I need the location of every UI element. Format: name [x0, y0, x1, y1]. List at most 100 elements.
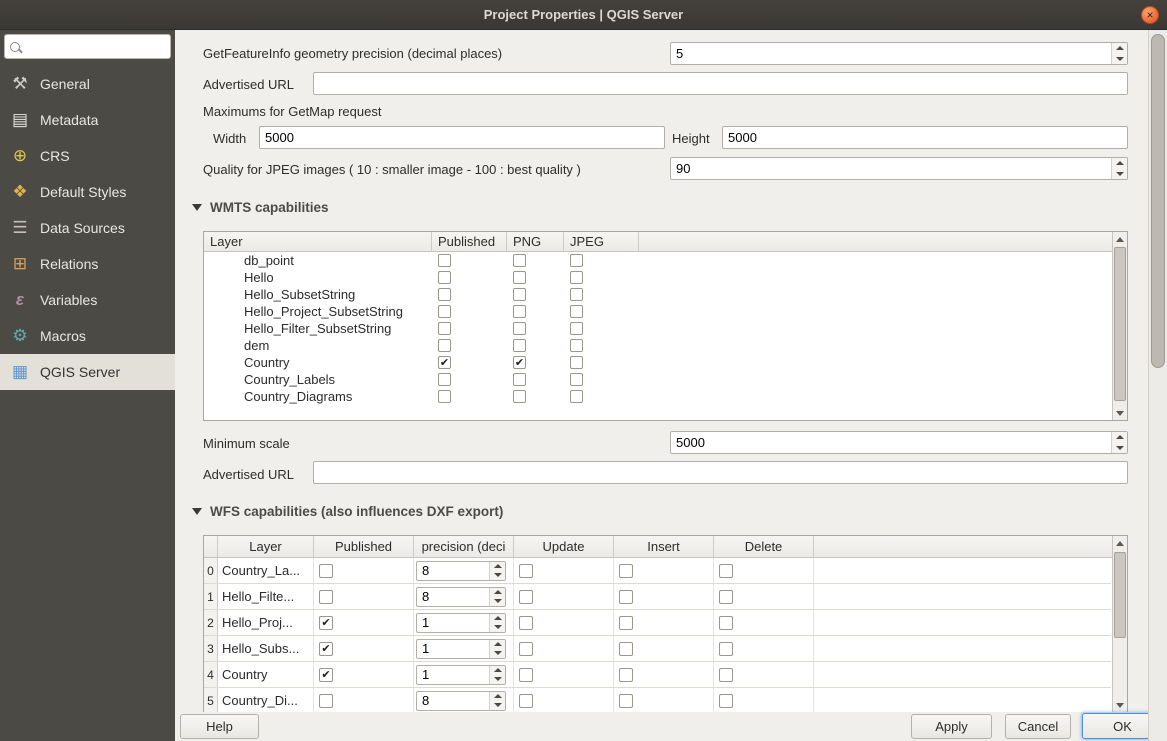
sidebar-item-data-sources[interactable]: ☰ Data Sources [0, 210, 175, 246]
table-row[interactable]: 3 Hello_Subs... [204, 636, 1111, 662]
geometry-precision-input[interactable] [671, 43, 1111, 64]
published-checkbox[interactable] [438, 356, 451, 369]
png-checkbox[interactable] [513, 254, 526, 267]
published-checkbox[interactable] [319, 642, 333, 656]
width-input[interactable] [259, 126, 665, 149]
published-checkbox[interactable] [438, 271, 451, 284]
update-checkbox[interactable] [519, 616, 533, 630]
jpeg-checkbox[interactable] [570, 390, 583, 403]
search-input[interactable] [25, 40, 165, 54]
apply-button[interactable]: Apply [911, 714, 992, 739]
published-checkbox[interactable] [438, 339, 451, 352]
update-checkbox[interactable] [519, 642, 533, 656]
png-checkbox[interactable] [513, 339, 526, 352]
sidebar-item-crs[interactable]: ⊕ CRS [0, 138, 175, 174]
jpeg-quality-input[interactable] [671, 158, 1111, 179]
insert-checkbox[interactable] [619, 616, 633, 630]
jpeg-checkbox[interactable] [570, 288, 583, 301]
table-row[interactable]: 0 Country_La... [204, 558, 1111, 584]
jpeg-checkbox[interactable] [570, 373, 583, 386]
close-button[interactable]: × [1141, 6, 1159, 24]
height-input[interactable] [722, 126, 1128, 149]
spin-buttons[interactable] [489, 562, 505, 580]
png-checkbox[interactable] [513, 305, 526, 318]
update-checkbox[interactable] [519, 564, 533, 578]
help-button[interactable]: Help [180, 714, 259, 739]
table-row[interactable]: Hello [204, 269, 1111, 286]
jpeg-checkbox[interactable] [570, 254, 583, 267]
table-row[interactable]: 2 Hello_Proj... [204, 610, 1111, 636]
delete-checkbox[interactable] [719, 590, 733, 604]
published-checkbox[interactable] [438, 305, 451, 318]
delete-checkbox[interactable] [719, 668, 733, 682]
png-checkbox[interactable] [513, 390, 526, 403]
spin-buttons[interactable] [489, 614, 505, 632]
sidebar-item-relations[interactable]: ⊞ Relations [0, 246, 175, 282]
table-row[interactable]: 1 Hello_Filte... [204, 584, 1111, 610]
update-checkbox[interactable] [519, 694, 533, 708]
wmts-advertised-url-input[interactable] [313, 461, 1128, 484]
scroll-up-icon[interactable] [1113, 232, 1127, 246]
table-row[interactable]: dem [204, 337, 1111, 354]
table-row[interactable]: Hello_Filter_SubsetString [204, 320, 1111, 337]
scroll-down-icon[interactable] [1113, 406, 1127, 420]
cancel-button[interactable]: Cancel [1005, 714, 1071, 739]
spin-buttons[interactable] [1111, 158, 1127, 179]
published-checkbox[interactable] [319, 564, 333, 578]
insert-checkbox[interactable] [619, 694, 633, 708]
published-checkbox[interactable] [438, 390, 451, 403]
sidebar-item-variables[interactable]: ε Variables [0, 282, 175, 318]
insert-checkbox[interactable] [619, 590, 633, 604]
spin-buttons[interactable] [489, 692, 505, 710]
table-row[interactable]: 4 Country [204, 662, 1111, 688]
window-scrollbar[interactable] [1148, 30, 1167, 741]
scrollbar-thumb[interactable] [1114, 247, 1126, 401]
spin-buttons[interactable] [489, 666, 505, 684]
precision-input[interactable] [417, 666, 489, 684]
spin-buttons[interactable] [1111, 43, 1127, 64]
published-checkbox[interactable] [319, 616, 333, 630]
scroll-down-icon[interactable] [1113, 698, 1127, 712]
sidebar-item-qgis-server[interactable]: ▦ QGIS Server [0, 354, 175, 390]
published-checkbox[interactable] [319, 694, 333, 708]
table-row[interactable]: Hello_Project_SubsetString [204, 303, 1111, 320]
published-checkbox[interactable] [438, 322, 451, 335]
sidebar-item-macros[interactable]: ⚙ Macros [0, 318, 175, 354]
sidebar-item-metadata[interactable]: ▤ Metadata [0, 102, 175, 138]
table-row[interactable]: Country [204, 354, 1111, 371]
published-checkbox[interactable] [319, 590, 333, 604]
insert-checkbox[interactable] [619, 642, 633, 656]
spin-buttons[interactable] [489, 640, 505, 658]
insert-checkbox[interactable] [619, 668, 633, 682]
delete-checkbox[interactable] [719, 694, 733, 708]
precision-input[interactable] [417, 614, 489, 632]
jpeg-checkbox[interactable] [570, 322, 583, 335]
delete-checkbox[interactable] [719, 616, 733, 630]
table-row[interactable]: Country_Diagrams [204, 388, 1111, 405]
png-checkbox[interactable] [513, 288, 526, 301]
png-checkbox[interactable] [513, 356, 526, 369]
insert-checkbox[interactable] [619, 564, 633, 578]
scrollbar-track[interactable] [1113, 550, 1127, 698]
spin-buttons[interactable] [489, 588, 505, 606]
png-checkbox[interactable] [513, 322, 526, 335]
precision-input[interactable] [417, 562, 489, 580]
spin-buttons[interactable] [1111, 432, 1127, 453]
wmts-capabilities-section-header[interactable]: WMTS capabilities [192, 200, 329, 215]
jpeg-checkbox[interactable] [570, 305, 583, 318]
scrollbar-thumb[interactable] [1151, 34, 1165, 368]
published-checkbox[interactable] [438, 254, 451, 267]
delete-checkbox[interactable] [719, 564, 733, 578]
published-checkbox[interactable] [438, 373, 451, 386]
table-row[interactable]: Hello_SubsetString [204, 286, 1111, 303]
scrollbar-thumb[interactable] [1114, 552, 1126, 638]
scrollbar-track[interactable] [1113, 246, 1127, 406]
jpeg-checkbox[interactable] [570, 339, 583, 352]
table-row[interactable]: db_point [204, 252, 1111, 269]
precision-input[interactable] [417, 640, 489, 658]
wfs-capabilities-section-header[interactable]: WFS capabilities (also influences DXF ex… [192, 504, 503, 519]
precision-input[interactable] [417, 692, 489, 710]
jpeg-checkbox[interactable] [570, 271, 583, 284]
sidebar-item-default-styles[interactable]: ❖ Default Styles [0, 174, 175, 210]
scroll-up-icon[interactable] [1113, 536, 1127, 550]
